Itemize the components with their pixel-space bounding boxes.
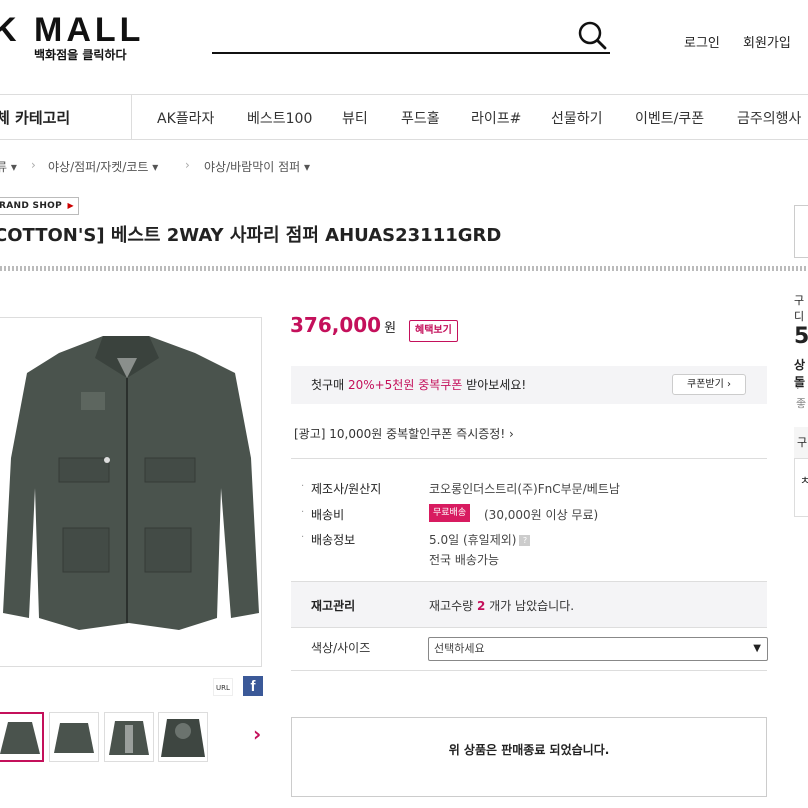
share-url-button[interactable]: URL [213,678,233,696]
facebook-icon[interactable]: f [243,676,263,696]
breadcrumb-item-3[interactable]: 야상/바람막이 점퍼 ▾ [204,158,310,175]
chevron-down-icon: ▼ [753,643,761,654]
nav-divider [131,95,132,139]
shipping-fee-label: 배송비 [311,508,345,522]
soldout-text: 위 상품은 판매종료 되었습니다. [448,743,610,757]
stock-row: 재고관리 재고수량 2 개가 남았습니다. [291,582,767,627]
brand-shop-link[interactable]: RAND SHOP ▶ [0,197,79,215]
coupon-highlight: 20%+5천원 중복쿠폰 [347,378,463,392]
nav-item-gift[interactable]: 선물하기 [551,108,603,128]
stock-label: 재고관리 [311,599,356,613]
breadcrumb-item-2[interactable]: 야상/점퍼/자켓/코트 ▾ [48,158,158,175]
main-nav: 체 카테고리 AK플라자 베스트100 뷰티 푸드홀 라이프# 선물하기 이벤트… [0,94,808,140]
join-link[interactable]: 회원가입 [743,32,791,51]
price-unit: 원 [384,321,397,336]
nav-item-akplaza[interactable]: AK플라자 [157,108,214,128]
divider [291,458,767,459]
product-price: 376,000 원 [290,313,396,337]
all-category-button[interactable]: 체 카테고리 [0,107,70,128]
breadcrumb-separator: › [185,158,190,172]
option-selected: 선택하세요 [434,642,485,655]
play-arrow-icon: ▶ [67,201,74,210]
thumbnail-3[interactable] [104,712,154,762]
divider [291,670,767,671]
search-bar [212,18,610,54]
nav-item-beauty[interactable]: 뷰티 [342,108,368,128]
side-action-box[interactable] [794,205,808,258]
divider [291,627,767,628]
nav-item-weekly-event[interactable]: 금주의행사 [737,108,801,128]
shipping-fee-value: (30,000원 이상 무료) [484,508,599,522]
shipping-info-value: 5.0일 (휴일제외)? [429,531,531,548]
breadcrumb-separator: › [31,158,36,172]
free-shipping-badge: 무료배송 [429,504,471,522]
side-label: ㅊ [800,474,808,487]
option-label: 색상/사이즈 [311,641,371,655]
coupon-text: 첫구매 20%+5천원 중복쿠폰 받아보세요! [311,378,527,392]
bullet: · [301,507,305,518]
side-label: · 좋 [796,382,807,410]
brand-shop-label: RAND SHOP [0,201,62,211]
shipping-info-label: 배송정보 [311,533,356,547]
chevron-right-icon[interactable]: › [253,722,261,746]
option-select[interactable]: 선택하세요 ▼ [428,637,768,661]
ad-coupon-link[interactable]: [광고] 10,000원 중복할인쿠폰 즉시증정! › [294,425,514,442]
side-label: 구디 [794,294,805,323]
side-big-number: 5 [794,324,808,349]
coupon-receive-button[interactable]: 쿠폰받기 › [672,374,746,395]
bullet: · [301,481,305,492]
side-label: 구 [797,436,808,449]
search-icon[interactable] [576,19,608,51]
bullet: · [301,532,305,543]
shipping-area: 전국 배송가능 [429,553,500,567]
thumbnail-2[interactable] [49,712,99,762]
thumbnail-1[interactable] [0,712,44,762]
logo-text: K MALL [0,11,145,49]
nav-item-life[interactable]: 라이프# [471,108,521,128]
benefit-button[interactable]: 혜택보기 [409,320,458,342]
site-logo[interactable]: K MALL 백화점을 클릭하다 [0,12,144,63]
nav-item-best100[interactable]: 베스트100 [247,108,312,128]
coupon-banner: 첫구매 20%+5천원 중복쿠폰 받아보세요! 쿠폰받기 › [291,366,767,404]
soldout-notice: 위 상품은 판매종료 되었습니다. [291,717,767,797]
maker-value: 코오롱인더스트리(주)FnC부문/베트남 [429,482,620,496]
breadcrumb-item-1[interactable]: 류 ▾ [0,158,17,175]
price-value: 376,000 [290,313,382,337]
product-main-image[interactable] [0,317,262,667]
search-input[interactable] [212,22,562,48]
product-title: COTTON'S] 베스트 2WAY 사파리 점퍼 AHUAS23111GRD [0,225,502,246]
nav-item-foodhall[interactable]: 푸드홀 [401,108,440,128]
help-icon[interactable]: ? [519,535,531,546]
login-link[interactable]: 로그인 [684,32,720,51]
thumbnail-4[interactable] [158,712,208,762]
dotted-divider [0,266,808,271]
nav-item-event-coupon[interactable]: 이벤트/쿠폰 [635,108,704,128]
stock-value: 재고수량 2 개가 남았습니다. [429,599,575,613]
maker-label: 제조사/원산지 [311,482,382,496]
